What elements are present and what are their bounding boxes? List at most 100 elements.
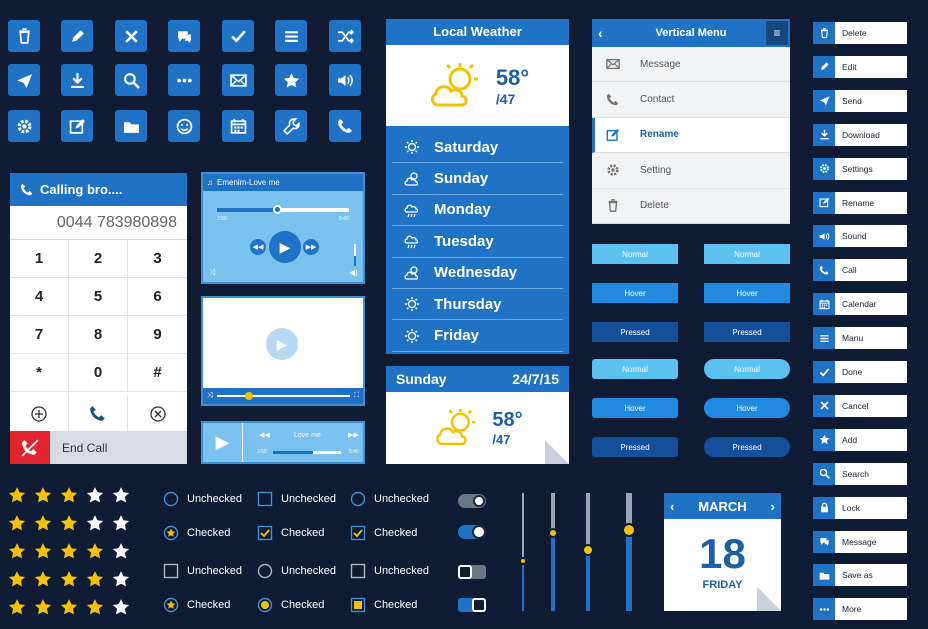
manu-button[interactable]: Manu (813, 327, 907, 350)
rating-star-icon[interactable] (86, 598, 104, 621)
rename-button[interactable]: Rename (813, 191, 907, 214)
dial-key[interactable]: 9 (128, 316, 187, 354)
dial-key[interactable]: 2 (69, 240, 128, 278)
done-button[interactable]: Done (813, 361, 907, 383)
rating-star-icon[interactable] (112, 486, 130, 509)
mini-play-button[interactable]: ▶ (203, 423, 243, 462)
chat-button[interactable] (168, 20, 200, 52)
rating-star-icon[interactable] (60, 514, 78, 537)
dial-key[interactable]: 7 (10, 316, 69, 354)
vmenu-item-contact[interactable]: Contact (592, 82, 790, 118)
search-button[interactable]: Search (813, 462, 907, 485)
mini-progress-bar[interactable] (273, 451, 341, 454)
unchecked-option[interactable]: Unchecked (350, 491, 429, 507)
phone-button[interactable] (329, 110, 361, 142)
rating-star-icon[interactable] (34, 598, 52, 621)
gear-button[interactable] (8, 110, 40, 142)
close-button[interactable] (115, 20, 147, 52)
trash-button[interactable] (8, 20, 40, 52)
slider-knob[interactable] (548, 528, 558, 538)
back-icon[interactable]: ‹ (598, 25, 603, 41)
lock-button[interactable]: Lock (813, 496, 907, 519)
rating-star-icon[interactable] (34, 570, 52, 593)
weather-day-row[interactable]: Monday (392, 195, 563, 227)
hover-state-button[interactable]: Hover (592, 398, 678, 418)
play-button[interactable]: ▶ (269, 231, 301, 263)
normal-state-button[interactable]: Normal (704, 244, 790, 264)
fullscreen-icon[interactable]: ⛶ (354, 392, 359, 400)
normal-state-button[interactable]: Normal (704, 359, 790, 379)
delete-button[interactable]: Delete (813, 22, 907, 44)
rating-star-icon[interactable] (8, 598, 26, 621)
toggle-square-off[interactable] (458, 565, 486, 579)
rating-star-icon[interactable] (34, 486, 52, 509)
vmenu-item-message[interactable]: Message (592, 47, 790, 83)
dial-key[interactable]: 3 (128, 240, 187, 278)
hover-state-button[interactable]: Hover (704, 398, 790, 418)
rating-star-icon[interactable] (34, 514, 52, 537)
edit-button[interactable] (61, 110, 93, 142)
vertical-slider[interactable] (622, 493, 636, 611)
forward-icon[interactable]: ▶▶ (348, 431, 359, 439)
unchecked-option[interactable]: Unchecked (257, 491, 336, 507)
rating-star-icon[interactable] (112, 598, 130, 621)
vertical-slider[interactable] (519, 493, 527, 611)
checked-option[interactable]: Checked (350, 525, 417, 541)
sound-button[interactable] (329, 64, 361, 96)
rating-star-icon[interactable] (86, 514, 104, 537)
hover-state-button[interactable]: Hover (592, 283, 678, 303)
wrench-button[interactable] (275, 110, 307, 142)
smile-button[interactable] (168, 110, 200, 142)
menu-button[interactable] (275, 20, 307, 52)
message-button[interactable]: Message (813, 530, 907, 553)
vmenu-item-setting[interactable]: Setting (592, 153, 790, 189)
unchecked-option[interactable]: Unchecked (163, 563, 242, 579)
weather-day-row[interactable]: Sunday (392, 163, 563, 195)
prev-month-icon[interactable]: ‹ (670, 499, 674, 514)
vertical-slider[interactable] (548, 493, 558, 611)
dial-key[interactable]: 4 (10, 278, 69, 316)
pencil-button[interactable] (61, 20, 93, 52)
toggle-off[interactable] (458, 494, 486, 508)
checked-option[interactable]: Checked (163, 597, 230, 613)
pressed-state-button[interactable]: Pressed (592, 437, 678, 457)
shuffle-icon[interactable]: ⤨ (209, 268, 215, 278)
send-button[interactable] (8, 64, 40, 96)
dial-key[interactable]: 1 (10, 240, 69, 278)
rating-star-icon[interactable] (112, 542, 130, 565)
rating-star-icon[interactable] (34, 542, 52, 565)
next-month-icon[interactable]: › (771, 499, 775, 514)
slider-knob[interactable] (582, 544, 594, 556)
dial-key[interactable]: 5 (69, 278, 128, 316)
shuffle-icon[interactable]: ⤨ (207, 392, 213, 400)
normal-state-button[interactable]: Normal (592, 244, 678, 264)
checked-option[interactable]: Checked (350, 597, 417, 613)
video-progress-bar[interactable] (216, 392, 351, 400)
rewind-button[interactable]: ◀◀ (250, 239, 266, 255)
rating-star-icon[interactable] (8, 514, 26, 537)
add-button[interactable]: Add (813, 428, 907, 451)
rating-star-icon[interactable] (86, 486, 104, 509)
folder-button[interactable] (115, 110, 147, 142)
toggle-on[interactable] (458, 525, 486, 539)
dial-key[interactable]: 0 (69, 354, 128, 392)
rewind-icon[interactable]: ◀◀ (259, 431, 270, 439)
download-button[interactable] (61, 64, 93, 96)
more-button[interactable]: More (813, 598, 907, 621)
cancel-button[interactable]: Cancel (813, 394, 907, 417)
rating-star-icon[interactable] (60, 542, 78, 565)
dial-key[interactable]: * (10, 354, 69, 392)
save-as-button[interactable]: Save as (813, 564, 907, 587)
vertical-slider[interactable] (582, 493, 594, 611)
rating-star-icon[interactable] (8, 486, 26, 509)
hover-state-button[interactable]: Hover (704, 283, 790, 303)
dial-key[interactable]: 8 (69, 316, 128, 354)
pressed-state-button[interactable]: Pressed (704, 322, 790, 342)
end-call-button[interactable]: End Call (10, 431, 187, 464)
unchecked-option[interactable]: Unchecked (163, 491, 242, 507)
video-play-button[interactable]: ▶ (266, 328, 298, 360)
pressed-state-button[interactable]: Pressed (592, 322, 678, 342)
rating-star-icon[interactable] (86, 570, 104, 593)
vmenu-item-delete[interactable]: Delete (592, 189, 790, 224)
send-button[interactable]: Send (813, 89, 907, 112)
